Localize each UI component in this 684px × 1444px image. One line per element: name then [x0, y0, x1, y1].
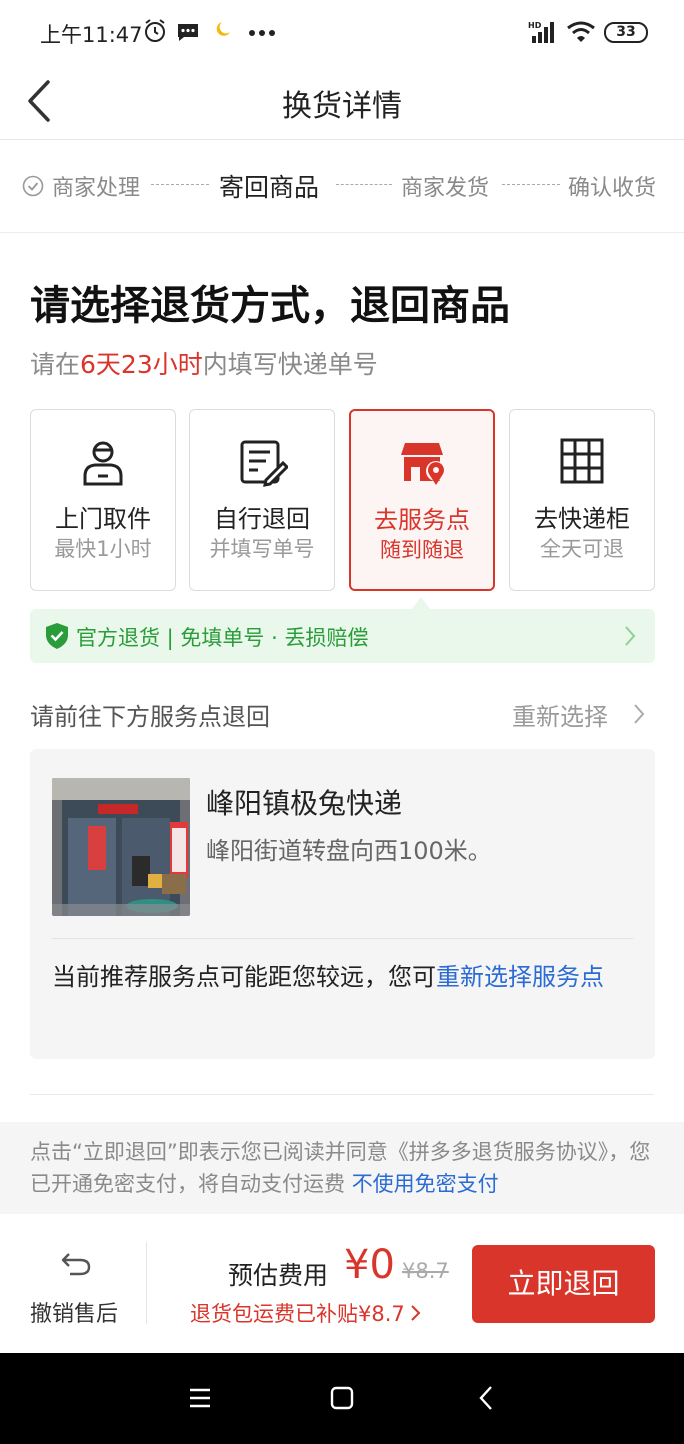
service-point-photo[interactable] [52, 778, 190, 916]
store-location-icon [401, 443, 446, 485]
deadline-suffix: 内填写快递单号 [202, 350, 378, 379]
nav-bar: 换货详情 [0, 64, 684, 140]
return-method-heading: 请选择退货方式，退回商品 [30, 283, 510, 329]
progress-steps: 商家处理 寄回商品 商家发货 确认收货 [0, 141, 684, 233]
step-confirm-receipt: 确认收货 [568, 176, 657, 201]
system-navigation-bar [0, 1353, 684, 1444]
deadline-prefix: 请在 [30, 350, 81, 379]
reselect-service-point-link[interactable]: 重新选择服务点 [436, 963, 604, 991]
service-point-name: 峰阳镇极兔快递 [206, 787, 403, 820]
chevron-right-icon[interactable] [632, 702, 646, 726]
return-now-button[interactable]: 立即退回 [472, 1245, 655, 1323]
method-card-service-point[interactable]: 去服务点 随到随退 [349, 409, 495, 591]
edit-document-icon [240, 440, 288, 487]
distance-notice-text: 当前推荐服务点可能距您较远，您可 [52, 963, 436, 991]
disable-password-free-link[interactable]: 不使用免密支付 [352, 1172, 499, 1196]
courier-person-icon [83, 441, 123, 486]
deadline-hint: 请在6天23小时内填写快递单号 [30, 345, 378, 381]
reselect-link[interactable]: 重新选择 [512, 697, 608, 732]
menu-icon[interactable] [188, 1386, 212, 1410]
selection-pointer [412, 597, 430, 609]
method-card-locker[interactable]: 去快递柜 全天可退 [509, 409, 655, 591]
banner-text: 官方退货 | 免填单号 · 丢损赔偿 [76, 626, 369, 650]
step-connector [502, 184, 560, 185]
status-bar: 上午11:47 HD 33 [0, 0, 684, 64]
svg-text:HD: HD [528, 21, 542, 30]
message-icon [178, 24, 198, 41]
check-circle-icon [22, 175, 44, 197]
method-title: 去服务点 [374, 506, 470, 534]
page-title: 换货详情 [282, 89, 402, 124]
fee-original-price: ¥8.7 [402, 1259, 449, 1283]
fee-label: 预估费用 [228, 1261, 329, 1290]
home-icon[interactable] [330, 1386, 354, 1410]
distance-notice: 当前推荐服务点可能距您较远，您可重新选择服务点 [52, 955, 632, 999]
alarm-icon [145, 19, 165, 42]
method-subtitle: 全天可退 [540, 537, 624, 561]
cancel-after-sale-button[interactable]: 撤销售后 [30, 1296, 118, 1328]
service-point-card: 峰阳镇极兔快递 峰阳街道转盘向西100米。 当前推荐服务点可能距您较远，您可重新… [30, 749, 655, 1059]
service-point-section-title: 请前往下方服务点退回 [30, 703, 270, 731]
method-subtitle: 最快1小时 [54, 537, 152, 561]
divider [30, 1094, 654, 1095]
step-connector [336, 184, 392, 185]
moon-icon [216, 22, 230, 36]
step-connector [151, 184, 209, 185]
signal-icon: HD [528, 21, 554, 43]
back-nav-icon[interactable] [476, 1384, 496, 1412]
method-card-pickup[interactable]: 上门取件 最快1小时 [30, 409, 176, 591]
method-subtitle: 随到随退 [380, 538, 464, 562]
wifi-icon [567, 21, 595, 42]
method-card-self-return[interactable]: 自行退回 并填写单号 [189, 409, 335, 591]
more-dots-icon [249, 30, 275, 36]
fee-price: ¥0 [344, 1242, 395, 1288]
agreement-notice: 点击“立即退回”即表示您已阅读并同意《拼多多退货服务协议》，您已开通免密支付，将… [0, 1122, 684, 1214]
deadline-time: 6天23小时 [80, 350, 203, 379]
undo-icon[interactable] [60, 1251, 92, 1277]
method-subtitle: 并填写单号 [209, 537, 315, 561]
step-merchant-shipping: 商家发货 [401, 176, 490, 201]
chevron-right-icon [625, 626, 636, 646]
step-return-goods: 寄回商品 [219, 173, 320, 202]
method-title: 去快递柜 [534, 505, 630, 533]
agreement-text: 点击“立即退回”即表示您已阅读并同意《拼多多退货服务协议》，您已开通免密支付，将… [30, 1140, 651, 1196]
divider [52, 938, 633, 939]
official-return-banner[interactable]: 官方退货 | 免填单号 · 丢损赔偿 [30, 609, 655, 663]
subsidy-text: 退货包运费已补贴¥8.7 [190, 1302, 405, 1326]
divider [146, 1242, 147, 1324]
method-title: 自行退回 [214, 505, 310, 533]
shield-check-icon [46, 623, 68, 649]
method-title: 上门取件 [55, 505, 151, 533]
step-merchant-processing: 商家处理 [52, 176, 141, 201]
shipping-subsidy[interactable]: 退货包运费已补贴¥8.7 [190, 1298, 423, 1328]
status-time: 上午11:47 [40, 23, 143, 47]
service-point-address: 峰阳街道转盘向西100米。 [206, 837, 492, 865]
bottom-action-bar: 撤销售后 预估费用 ¥0 ¥8.7 退货包运费已补贴¥8.7 立即退回 [0, 1214, 684, 1353]
chevron-right-icon [411, 1305, 421, 1321]
locker-grid-icon [560, 438, 604, 484]
battery-indicator: 33 [604, 22, 648, 43]
